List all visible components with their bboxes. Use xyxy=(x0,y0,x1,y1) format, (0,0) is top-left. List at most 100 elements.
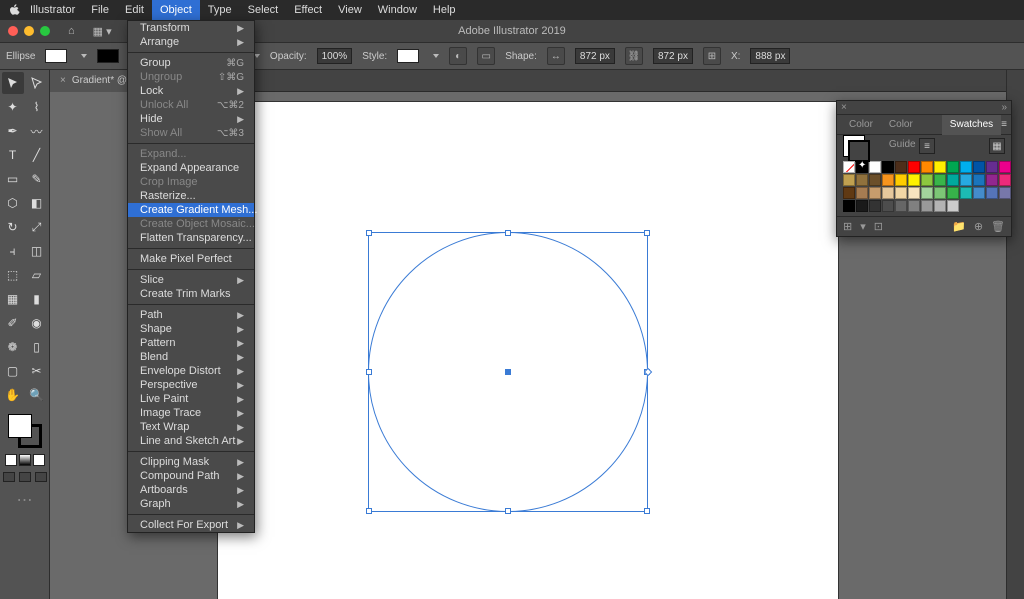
menu-item[interactable]: Compound Path▶ xyxy=(128,469,254,483)
bbox-handle[interactable] xyxy=(505,230,511,236)
swatch[interactable] xyxy=(986,187,998,199)
menu-item[interactable]: Lock▶ xyxy=(128,84,254,98)
align-icon[interactable]: ▭ xyxy=(477,47,495,65)
swatch[interactable] xyxy=(960,161,972,173)
swatch[interactable] xyxy=(921,174,933,186)
bbox-handle[interactable] xyxy=(644,230,650,236)
direct-selection-tool[interactable] xyxy=(26,72,48,94)
artboard-tool[interactable]: ▢ xyxy=(2,360,24,382)
opacity-value[interactable]: 100% xyxy=(317,48,353,64)
delete-swatch-icon[interactable]: 🗑 xyxy=(991,220,1005,233)
swatch[interactable] xyxy=(895,161,907,173)
tab-close-icon[interactable]: × xyxy=(60,75,66,86)
rectangle-tool[interactable]: ▭ xyxy=(2,168,24,190)
fill-swatch[interactable] xyxy=(45,49,67,63)
color-mode-none[interactable] xyxy=(33,454,45,466)
swatch[interactable] xyxy=(882,200,894,212)
graph-tool[interactable]: ▯ xyxy=(26,336,48,358)
menu-type[interactable]: Type xyxy=(200,0,240,20)
swatch[interactable] xyxy=(856,200,868,212)
menu-item[interactable]: Create Gradient Mesh... xyxy=(128,203,254,217)
line-tool[interactable]: ╱ xyxy=(26,144,48,166)
panel-tab-swatches[interactable]: Swatches xyxy=(942,115,1001,135)
menu-object[interactable]: Object xyxy=(152,0,200,20)
swatch[interactable] xyxy=(986,174,998,186)
swatch[interactable] xyxy=(843,161,855,173)
swatch[interactable] xyxy=(908,187,920,199)
menu-help[interactable]: Help xyxy=(425,0,464,20)
fill-stroke-control[interactable] xyxy=(8,414,42,448)
swatch[interactable] xyxy=(895,200,907,212)
menu-item[interactable]: Expand Appearance xyxy=(128,161,254,175)
bbox-handle[interactable] xyxy=(644,508,650,514)
swatch[interactable] xyxy=(960,187,972,199)
new-swatch-icon[interactable]: ⊕ xyxy=(974,220,983,233)
mesh-tool[interactable]: ▦ xyxy=(2,288,24,310)
width-link-icon[interactable]: ↔ xyxy=(547,47,565,65)
swatch[interactable] xyxy=(908,200,920,212)
swatch-grid-view[interactable]: ▦ xyxy=(989,138,1005,154)
constrain-icon[interactable]: ⛓ xyxy=(625,47,643,65)
swatch[interactable] xyxy=(999,174,1011,186)
swatch[interactable] xyxy=(882,174,894,186)
menu-item[interactable]: Make Pixel Perfect xyxy=(128,252,254,266)
recolor-icon[interactable]: ◐ xyxy=(449,47,467,65)
minimize-window-button[interactable] xyxy=(24,26,34,36)
fill-color[interactable] xyxy=(8,414,32,438)
menu-item[interactable]: Pattern▶ xyxy=(128,336,254,350)
panel-menu-icon[interactable]: ≡ xyxy=(1001,119,1007,130)
menu-item[interactable]: Slice▶ xyxy=(128,273,254,287)
menu-item[interactable]: Graph▶ xyxy=(128,497,254,511)
swatch[interactable] xyxy=(934,187,946,199)
bbox-handle[interactable] xyxy=(366,230,372,236)
menu-item[interactable]: Live Paint▶ xyxy=(128,392,254,406)
swatch[interactable] xyxy=(986,161,998,173)
current-fill-stroke[interactable] xyxy=(843,135,865,157)
width-tool[interactable]: ⫞ xyxy=(2,240,24,262)
swatch[interactable] xyxy=(973,161,985,173)
menu-item[interactable]: Hide▶ xyxy=(128,112,254,126)
swatch[interactable] xyxy=(947,200,959,212)
swatch[interactable] xyxy=(999,187,1011,199)
curvature-tool[interactable]: 〰 xyxy=(26,120,48,142)
swatch[interactable] xyxy=(934,161,946,173)
menu-item[interactable]: Create Trim Marks xyxy=(128,287,254,301)
artboard[interactable] xyxy=(218,102,838,599)
type-tool[interactable]: T xyxy=(2,144,24,166)
gradient-tool[interactable]: ▮ xyxy=(26,288,48,310)
stroke-swatch[interactable] xyxy=(97,49,119,63)
bbox-handle[interactable] xyxy=(505,508,511,514)
swatch[interactable] xyxy=(960,174,972,186)
shape-width[interactable]: 872 px xyxy=(575,48,615,64)
swatch[interactable] xyxy=(856,174,868,186)
apple-menu[interactable] xyxy=(6,4,22,16)
close-window-button[interactable] xyxy=(8,26,18,36)
draw-behind[interactable] xyxy=(19,472,31,482)
swatch[interactable] xyxy=(921,161,933,173)
free-transform-tool[interactable]: ◫ xyxy=(26,240,48,262)
swatch[interactable] xyxy=(908,174,920,186)
pen-tool[interactable]: ✒ xyxy=(2,120,24,142)
menu-item[interactable]: Collect For Export▶ xyxy=(128,518,254,532)
home-button[interactable]: ⌂ xyxy=(68,25,75,37)
swatch[interactable] xyxy=(869,200,881,212)
swatch[interactable] xyxy=(947,174,959,186)
swatch[interactable] xyxy=(856,161,868,173)
menu-illustrator[interactable]: Illustrator xyxy=(22,0,83,20)
swatch-kind-icon[interactable]: ▾ xyxy=(860,220,866,233)
slice-tool[interactable]: ✂ xyxy=(26,360,48,382)
menu-window[interactable]: Window xyxy=(370,0,425,20)
menu-select[interactable]: Select xyxy=(240,0,287,20)
menu-file[interactable]: File xyxy=(83,0,117,20)
swatch[interactable] xyxy=(921,187,933,199)
menu-item[interactable]: Flatten Transparency... xyxy=(128,231,254,245)
scale-tool[interactable]: ⤢ xyxy=(26,216,48,238)
blend-tool[interactable]: ◉ xyxy=(26,312,48,334)
swatch[interactable] xyxy=(895,174,907,186)
draw-normal[interactable] xyxy=(3,472,15,482)
eyedropper-tool[interactable]: ✐ xyxy=(2,312,24,334)
fill-dropdown-icon[interactable] xyxy=(81,54,87,58)
draw-inside[interactable] xyxy=(35,472,47,482)
swatch[interactable] xyxy=(843,187,855,199)
menu-item[interactable]: Line and Sketch Art▶ xyxy=(128,434,254,448)
